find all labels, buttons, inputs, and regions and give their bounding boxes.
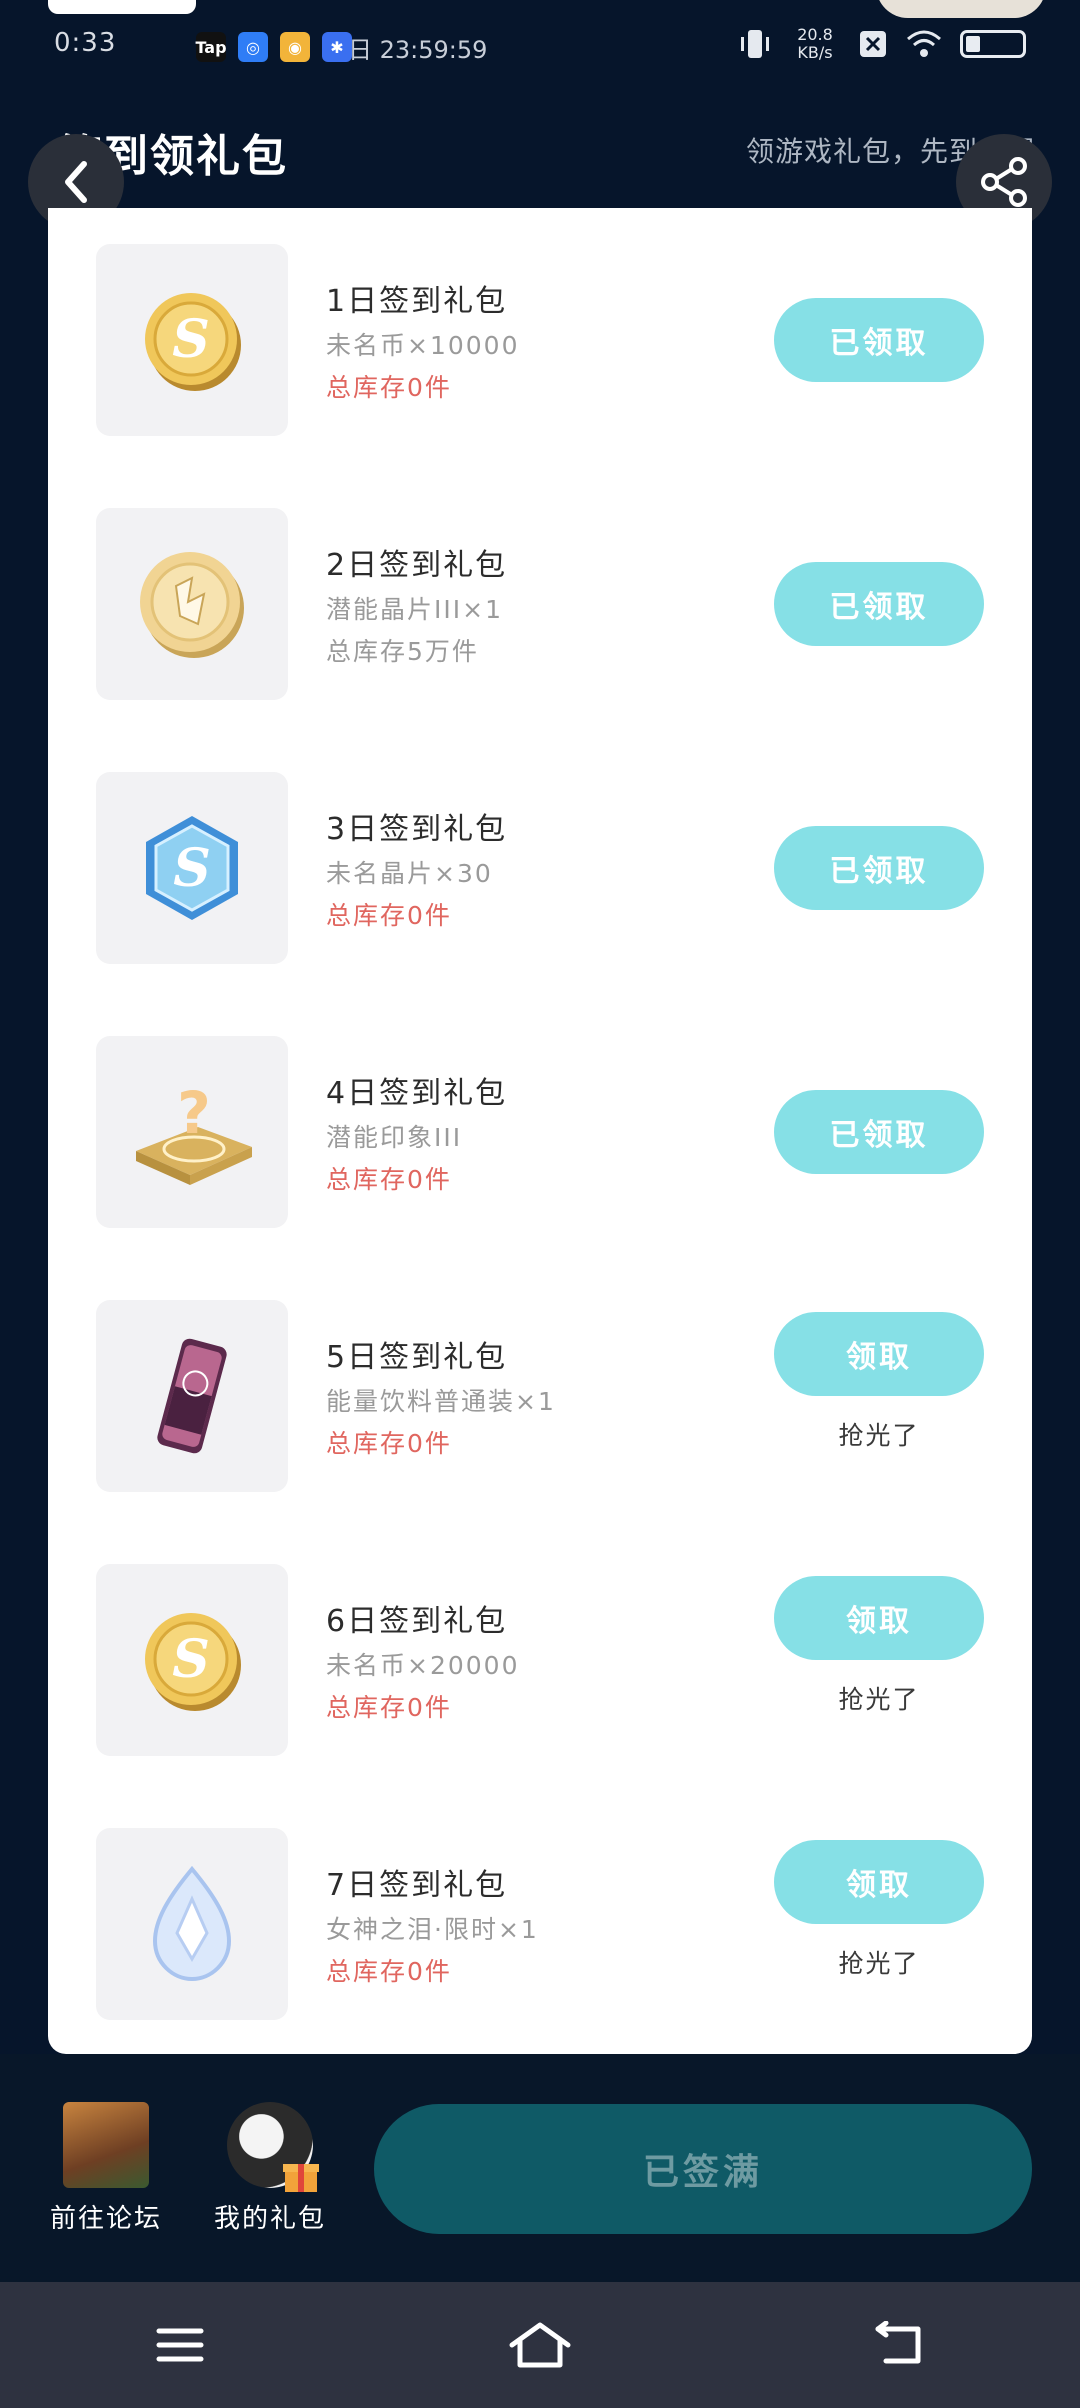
- sold-out-label: 抢光了: [838, 1421, 920, 1450]
- status-time: 0:33: [54, 28, 117, 58]
- gift-thumbnail: S: [96, 244, 288, 436]
- mystery-impression-icon: ?: [136, 1079, 252, 1185]
- gift-reward: 潜能印象III: [326, 1123, 463, 1152]
- battery-icon: [960, 30, 1026, 58]
- system-nav-bar: [0, 2282, 1080, 2408]
- energy-drink-icon: [157, 1338, 227, 1454]
- vibrate-icon: [741, 30, 769, 58]
- gift-title: 4日签到礼包: [326, 1076, 508, 1111]
- gift-list-card: S 1日签到礼包 未名币×10000 总库存0件 已领取 2日签到礼包 潜能晶片…: [48, 208, 1032, 2054]
- crystal-hexagon-icon: S: [146, 816, 238, 920]
- my-gifts-link[interactable]: 我的礼包: [200, 2102, 340, 2235]
- sold-out-label: 抢光了: [838, 1685, 920, 1714]
- floating-avatar: [876, 0, 1046, 18]
- gift-thumbnail: [96, 1828, 288, 2020]
- gift-stock: 总库存0件: [326, 373, 452, 402]
- gift-item-day7: 7日签到礼包 女神之泪·限时×1 总库存0件 领取 抢光了: [48, 1792, 1032, 2054]
- svg-text:S: S: [172, 309, 210, 370]
- home-icon: [509, 2322, 571, 2368]
- gift-title: 3日签到礼包: [326, 812, 508, 847]
- back-nav-button[interactable]: [820, 2295, 980, 2395]
- gift-thumbnail: S: [96, 772, 288, 964]
- gift-title: 7日签到礼包: [326, 1868, 508, 1903]
- wifi-icon: [907, 30, 941, 57]
- gift-title: 1日签到礼包: [326, 284, 508, 319]
- svg-text:S: S: [172, 1629, 210, 1690]
- chevron-left-icon: [65, 161, 87, 203]
- sign-full-button[interactable]: 已签满: [374, 2104, 1032, 2234]
- gift-item-day5: 5日签到礼包 能量饮料普通装×1 总库存0件 领取 抢光了: [48, 1264, 1032, 1528]
- sold-out-label: 抢光了: [838, 1949, 920, 1978]
- gift-stock: 总库存5万件: [326, 637, 479, 666]
- claimed-button[interactable]: 已领取: [774, 298, 984, 382]
- my-gifts-label: 我的礼包: [213, 2204, 326, 2234]
- claim-button[interactable]: 领取: [774, 1312, 984, 1396]
- claimed-button[interactable]: 已领取: [774, 562, 984, 646]
- claimed-button[interactable]: 已领取: [774, 826, 984, 910]
- return-icon: [875, 2321, 921, 2364]
- qq-app-icon: ◎: [238, 32, 268, 62]
- status-bar: 0:33 Tap ◎ ◉ ✱ 日 23:59:59 20.8 KB/s: [0, 0, 1080, 96]
- svg-text:?: ?: [177, 1079, 211, 1147]
- forum-label: 前往论坛: [49, 2204, 162, 2234]
- gift-reward: 未名晶片×30: [326, 859, 493, 888]
- gift-box-icon: [283, 2164, 319, 2192]
- gift-item-day6: S 6日签到礼包 未名币×20000 总库存0件 领取 抢光了: [48, 1528, 1032, 1792]
- gift-title: 5日签到礼包: [326, 1340, 508, 1375]
- tap-app-icon: Tap: [195, 32, 227, 62]
- gift-stock: 总库存0件: [326, 901, 452, 930]
- status-right-icons: 20.8 KB/s: [738, 26, 1026, 62]
- claimed-button[interactable]: 已领取: [774, 1090, 984, 1174]
- bottom-action-bar: 前往论坛 我的礼包 已签满: [0, 2054, 1080, 2282]
- top-indicator: [48, 0, 196, 14]
- gift-thumbnail: [96, 1300, 288, 1492]
- gift-item-day3: S 3日签到礼包 未名晶片×30 总库存0件 已领取: [48, 736, 1032, 1000]
- forum-avatar-image: [63, 2102, 149, 2188]
- network-speed: 20.8 KB/s: [797, 25, 833, 62]
- gold-coin-icon: S: [145, 293, 241, 391]
- menu-icon: [156, 2328, 204, 2362]
- gift-thumbnail: ?: [96, 1036, 288, 1228]
- gift-title: 2日签到礼包: [326, 548, 508, 583]
- claim-button[interactable]: 领取: [774, 1576, 984, 1660]
- gift-stock: 总库存0件: [326, 1165, 452, 1194]
- no-sim-icon: [860, 31, 886, 57]
- gift-stock: 总库存0件: [326, 1957, 452, 1986]
- status-date: 日 23:59:59: [348, 36, 488, 64]
- gift-reward: 未名币×10000: [326, 331, 520, 360]
- gift-thumbnail: S: [96, 1564, 288, 1756]
- potential-chip-icon: [140, 552, 244, 658]
- forum-link[interactable]: 前往论坛: [36, 2102, 176, 2235]
- gift-reward: 潜能晶片III×1: [326, 595, 503, 624]
- home-button[interactable]: [460, 2295, 620, 2395]
- gift-reward: 未名币×20000: [326, 1651, 520, 1680]
- gift-item-day4: ? 4日签到礼包 潜能印象III 总库存0件 已领取: [48, 1000, 1032, 1264]
- menu-button[interactable]: [100, 2295, 260, 2395]
- my-gifts-avatar-image: [227, 2102, 319, 2192]
- page-header: 签到领礼包 领游戏礼包，先到先得: [0, 96, 1080, 208]
- claim-button[interactable]: 领取: [774, 1840, 984, 1924]
- svg-text:S: S: [173, 838, 211, 899]
- weibo-app-icon: ◉: [280, 32, 310, 62]
- gift-stock: 总库存0件: [326, 1429, 452, 1458]
- notification-icons: Tap ◎ ◉ ✱: [195, 32, 352, 62]
- gift-reward: 能量饮料普通装×1: [326, 1387, 556, 1416]
- gift-stock: 总库存0件: [326, 1693, 452, 1722]
- gold-coin-icon: S: [145, 1613, 241, 1711]
- gift-title: 6日签到礼包: [326, 1604, 508, 1639]
- gift-reward: 女神之泪·限时×1: [326, 1915, 539, 1944]
- goddess-tear-icon: [152, 1865, 232, 1982]
- gift-item-day1: S 1日签到礼包 未名币×10000 总库存0件 已领取: [48, 208, 1032, 472]
- gift-item-day2: 2日签到礼包 潜能晶片III×1 总库存5万件 已领取: [48, 472, 1032, 736]
- gift-thumbnail: [96, 508, 288, 700]
- share-icon: [981, 157, 1027, 207]
